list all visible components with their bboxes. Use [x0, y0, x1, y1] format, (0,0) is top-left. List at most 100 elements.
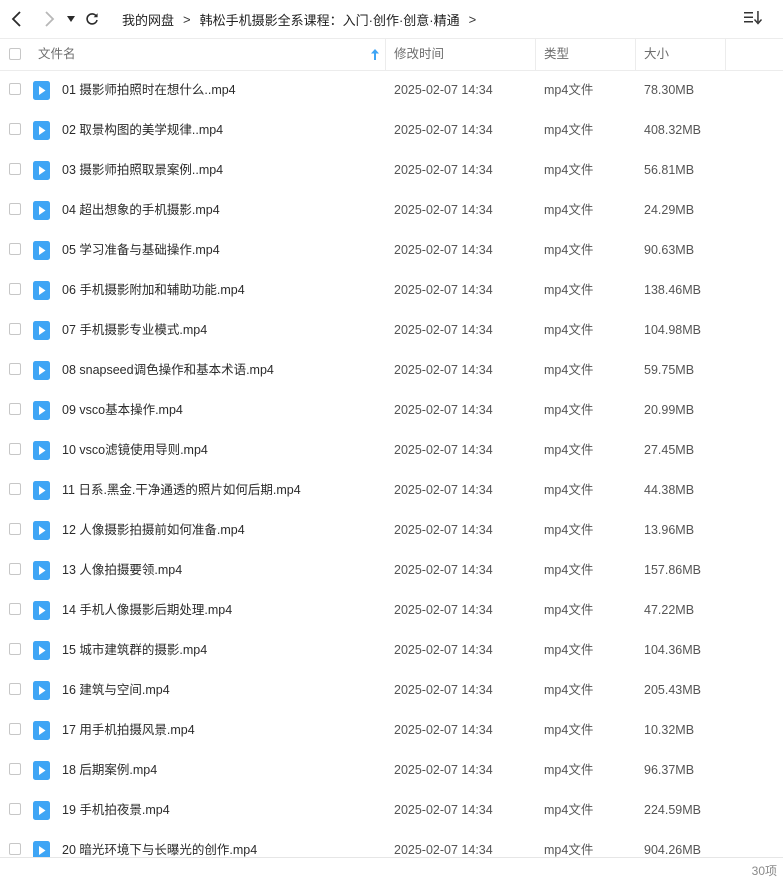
file-modified-time: 2025-02-07 14:34 [394, 763, 493, 777]
file-name[interactable]: 02 取景构图的美学规律..mp4 [62, 110, 223, 150]
file-row[interactable]: 15 城市建筑群的摄影.mp4 2025-02-07 14:34 mp4文件 104.… [0, 630, 783, 670]
row-checkbox[interactable] [9, 643, 21, 655]
row-checkbox[interactable] [9, 203, 21, 215]
file-row[interactable]: 01 摄影师拍照时在想什么..mp4 2025-02-07 14:34 mp4文件 7… [0, 70, 783, 110]
file-size: 13.96MB [644, 523, 695, 537]
sort-ascending-icon[interactable] [371, 49, 379, 63]
breadcrumb-separator[interactable]: > [469, 12, 477, 27]
row-checkbox[interactable] [9, 323, 21, 335]
file-size: 59.75MB [644, 363, 695, 377]
breadcrumb: 我的网盘 > 韩松手机摄影全系课程：入门·创作·创意·精通 > [122, 0, 485, 38]
row-checkbox[interactable] [9, 123, 21, 135]
file-name[interactable]: 09 vsco基本操作.mp4 [62, 390, 183, 430]
column-header-type[interactable]: 类型 [544, 39, 569, 70]
row-checkbox[interactable] [9, 843, 21, 855]
column-divider[interactable] [725, 39, 726, 70]
file-modified-time: 2025-02-07 14:34 [394, 243, 493, 257]
file-name[interactable]: 20 暗光环境下与长曝光的创作.mp4 [62, 830, 257, 857]
row-checkbox[interactable] [9, 443, 21, 455]
file-name[interactable]: 08 snapseed调色操作和基本术语.mp4 [62, 350, 274, 390]
breadcrumb-root[interactable]: 我的网盘 [122, 10, 174, 29]
refresh-icon [86, 13, 98, 25]
file-modified-time: 2025-02-07 14:34 [394, 83, 493, 97]
row-checkbox[interactable] [9, 683, 21, 695]
file-row[interactable]: 04 超出想象的手机摄影.mp4 2025-02-07 14:34 mp4文件 24.… [0, 190, 783, 230]
file-name[interactable]: 16 建筑与空间.mp4 [62, 670, 170, 710]
file-name[interactable]: 15 城市建筑群的摄影.mp4 [62, 630, 207, 670]
column-divider[interactable] [385, 39, 386, 70]
file-modified-time: 2025-02-07 14:34 [394, 443, 493, 457]
file-name[interactable]: 03 摄影师拍照取景案例..mp4 [62, 150, 223, 190]
column-header-modified[interactable]: 修改时间 [394, 39, 444, 70]
status-bar: 30项 [0, 857, 783, 888]
file-name[interactable]: 06 手机摄影附加和辅助功能.mp4 [62, 270, 245, 310]
column-header-size[interactable]: 大小 [644, 39, 669, 70]
video-file-icon [33, 601, 50, 620]
back-button[interactable] [9, 8, 25, 30]
chevron-left-icon [11, 11, 21, 27]
column-divider[interactable] [535, 39, 536, 70]
file-name[interactable]: 12 人像摄影拍摄前如何准备.mp4 [62, 510, 245, 550]
file-name[interactable]: 19 手机拍夜景.mp4 [62, 790, 170, 830]
file-row[interactable]: 20 暗光环境下与长曝光的创作.mp4 2025-02-07 14:34 mp4文件… [0, 830, 783, 857]
refresh-button[interactable] [84, 8, 100, 30]
row-checkbox[interactable] [9, 163, 21, 175]
file-name[interactable]: 07 手机摄影专业模式.mp4 [62, 310, 207, 350]
row-checkbox[interactable] [9, 803, 21, 815]
file-modified-time: 2025-02-07 14:34 [394, 403, 493, 417]
file-row[interactable]: 06 手机摄影附加和辅助功能.mp4 2025-02-07 14:34 mp4文件 1… [0, 270, 783, 310]
file-row[interactable]: 09 vsco基本操作.mp4 2025-02-07 14:34 mp4文件 20.9… [0, 390, 783, 430]
file-name[interactable]: 05 学习准备与基础操作.mp4 [62, 230, 220, 270]
file-row[interactable]: 05 学习准备与基础操作.mp4 2025-02-07 14:34 mp4文件 90.… [0, 230, 783, 270]
file-size: 205.43MB [644, 683, 701, 697]
row-checkbox[interactable] [9, 283, 21, 295]
row-checkbox[interactable] [9, 243, 21, 255]
forward-button[interactable] [41, 8, 57, 30]
file-row[interactable]: 14 手机人像摄影后期处理.mp4 2025-02-07 14:34 mp4文件 47… [0, 590, 783, 630]
file-name[interactable]: 11 日系.黑金.干净通透的照片如何后期.mp4 [62, 470, 301, 510]
file-type: mp4文件 [544, 243, 594, 257]
row-checkbox[interactable] [9, 723, 21, 735]
row-checkbox[interactable] [9, 763, 21, 775]
row-checkbox[interactable] [9, 523, 21, 535]
file-name[interactable]: 01 摄影师拍照时在想什么..mp4 [62, 70, 236, 110]
file-row[interactable]: 11 日系.黑金.干净通透的照片如何后期.mp4 2025-02-07 14:34… [0, 470, 783, 510]
breadcrumb-current[interactable]: 韩松手机摄影全系课程：入门·创作·创意·精通 [200, 10, 460, 29]
file-name[interactable]: 18 后期案例.mp4 [62, 750, 157, 790]
file-row[interactable]: 12 人像摄影拍摄前如何准备.mp4 2025-02-07 14:34 mp4文件 1… [0, 510, 783, 550]
file-name[interactable]: 17 用手机拍摄风景.mp4 [62, 710, 195, 750]
file-row[interactable]: 17 用手机拍摄风景.mp4 2025-02-07 14:34 mp4文件 10.32… [0, 710, 783, 750]
sort-button[interactable] [743, 9, 765, 29]
file-row[interactable]: 18 后期案例.mp4 2025-02-07 14:34 mp4文件 96.37MB [0, 750, 783, 790]
row-checkbox[interactable] [9, 363, 21, 375]
file-type: mp4文件 [544, 323, 594, 337]
row-checkbox[interactable] [9, 403, 21, 415]
row-checkbox[interactable] [9, 563, 21, 575]
video-file-icon [33, 681, 50, 700]
file-size: 408.32MB [644, 123, 701, 137]
file-type: mp4文件 [544, 483, 594, 497]
file-name[interactable]: 04 超出想象的手机摄影.mp4 [62, 190, 220, 230]
row-checkbox[interactable] [9, 483, 21, 495]
history-dropdown-button[interactable] [66, 8, 76, 30]
file-name[interactable]: 10 vsco滤镜使用导则.mp4 [62, 430, 208, 470]
file-row[interactable]: 16 建筑与空间.mp4 2025-02-07 14:34 mp4文件 205.43M… [0, 670, 783, 710]
select-all-checkbox[interactable] [9, 48, 21, 60]
row-checkbox[interactable] [9, 83, 21, 95]
row-checkbox[interactable] [9, 603, 21, 615]
file-row[interactable]: 02 取景构图的美学规律..mp4 2025-02-07 14:34 mp4文件 40… [0, 110, 783, 150]
file-name[interactable]: 14 手机人像摄影后期处理.mp4 [62, 590, 232, 630]
file-row[interactable]: 13 人像拍摄要领.mp4 2025-02-07 14:34 mp4文件 157.86… [0, 550, 783, 590]
file-row[interactable]: 03 摄影师拍照取景案例..mp4 2025-02-07 14:34 mp4文件 56… [0, 150, 783, 190]
file-row[interactable]: 07 手机摄影专业模式.mp4 2025-02-07 14:34 mp4文件 104.… [0, 310, 783, 350]
file-row[interactable]: 10 vsco滤镜使用导则.mp4 2025-02-07 14:34 mp4文件 27… [0, 430, 783, 470]
column-divider[interactable] [635, 39, 636, 70]
file-row[interactable]: 19 手机拍夜景.mp4 2025-02-07 14:34 mp4文件 224.59M… [0, 790, 783, 830]
file-modified-time: 2025-02-07 14:34 [394, 563, 493, 577]
file-name[interactable]: 13 人像拍摄要领.mp4 [62, 550, 182, 590]
file-row[interactable]: 08 snapseed调色操作和基本术语.mp4 2025-02-07 14:34… [0, 350, 783, 390]
video-file-icon [33, 521, 50, 540]
file-type: mp4文件 [544, 803, 594, 817]
video-file-icon [33, 481, 50, 500]
column-header-name[interactable]: 文件名 [38, 39, 76, 70]
